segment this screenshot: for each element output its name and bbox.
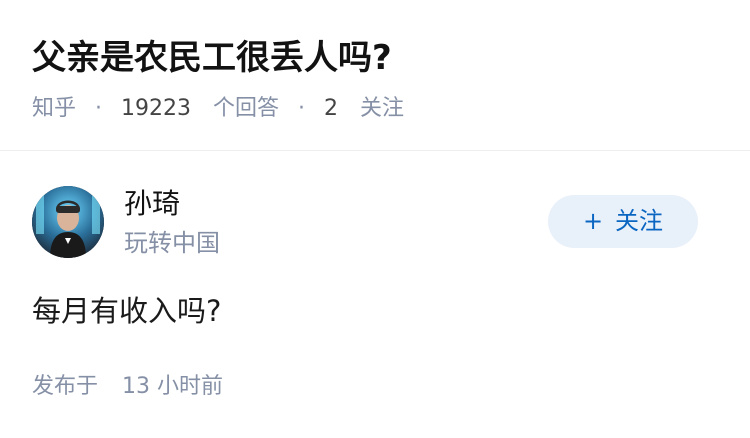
author-bio: 玩转中国 (124, 229, 220, 257)
follow-button[interactable]: + 关注 (548, 195, 698, 248)
plus-icon: + (582, 207, 604, 235)
author-name[interactable]: 孙琦 (124, 186, 180, 222)
question-title[interactable]: 父亲是农民工很丢人吗? (32, 36, 392, 80)
source-label[interactable]: 知乎 (32, 96, 76, 121)
avatar[interactable] (32, 186, 104, 258)
answer-content[interactable]: 每月有收入吗? (32, 292, 221, 330)
person-photo-icon (32, 186, 104, 258)
meta-separator: · (298, 96, 306, 121)
answer-page: 父亲是农民工很丢人吗? 知乎 · 19223 个回答 · 2 关注 孙琦 玩转中… (0, 0, 750, 438)
publish-time-value: 13 小时前 (122, 374, 224, 399)
publish-prefix: 发布于 (32, 374, 99, 399)
follow-button-label: 关注 (615, 207, 664, 235)
question-header: 父亲是农民工很丢人吗? 知乎 · 19223 个回答 · 2 关注 (0, 0, 750, 151)
follower-count-label[interactable]: 关注 (360, 96, 404, 121)
follower-count[interactable]: 2 (324, 96, 338, 121)
publish-time: 发布于 13 小时前 (32, 372, 223, 402)
answer-count-label[interactable]: 个回答 (213, 96, 279, 121)
answer-count[interactable]: 19223 (121, 96, 191, 121)
question-meta: 知乎 · 19223 个回答 · 2 关注 (32, 94, 404, 124)
meta-separator: · (95, 96, 103, 121)
